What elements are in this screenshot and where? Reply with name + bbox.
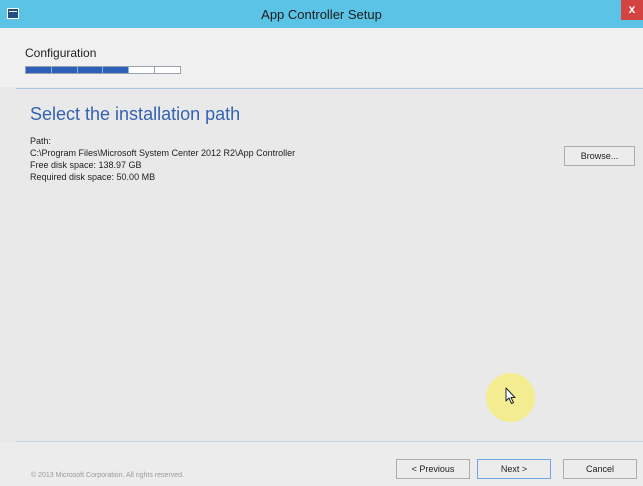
setup-progress-bar xyxy=(25,66,181,74)
free-disk-space: Free disk space: 138.97 GB xyxy=(30,160,142,170)
progress-segment xyxy=(77,67,104,73)
progress-segment xyxy=(155,67,180,73)
close-icon[interactable]: x xyxy=(621,0,643,20)
setup-window: App Controller Setup x Configuration Sel… xyxy=(0,0,643,486)
progress-segment xyxy=(103,67,130,73)
copyright-text: © 2013 Microsoft Corporation. All rights… xyxy=(31,472,185,479)
required-disk-space: Required disk space: 50.00 MB xyxy=(30,172,156,182)
next-button[interactable]: Next > xyxy=(477,459,551,479)
page-heading: Select the installation path xyxy=(30,104,241,124)
progress-segment xyxy=(51,67,78,73)
previous-button[interactable]: < Previous xyxy=(396,459,470,479)
stage-label: Configuration xyxy=(25,46,97,60)
install-path-value: C:\Program Files\Microsoft System Center… xyxy=(30,148,296,158)
progress-segment xyxy=(129,67,156,73)
browse-button[interactable]: Browse... xyxy=(564,146,635,166)
cancel-button[interactable]: Cancel xyxy=(563,459,637,479)
wizard-header xyxy=(0,28,643,87)
progress-segment xyxy=(26,67,52,73)
content-area xyxy=(16,89,643,439)
title-bar[interactable]: App Controller Setup x xyxy=(0,0,643,28)
mouse-cursor-icon xyxy=(505,387,516,404)
window-title: App Controller Setup xyxy=(261,7,382,22)
path-label: Path: xyxy=(30,136,52,146)
